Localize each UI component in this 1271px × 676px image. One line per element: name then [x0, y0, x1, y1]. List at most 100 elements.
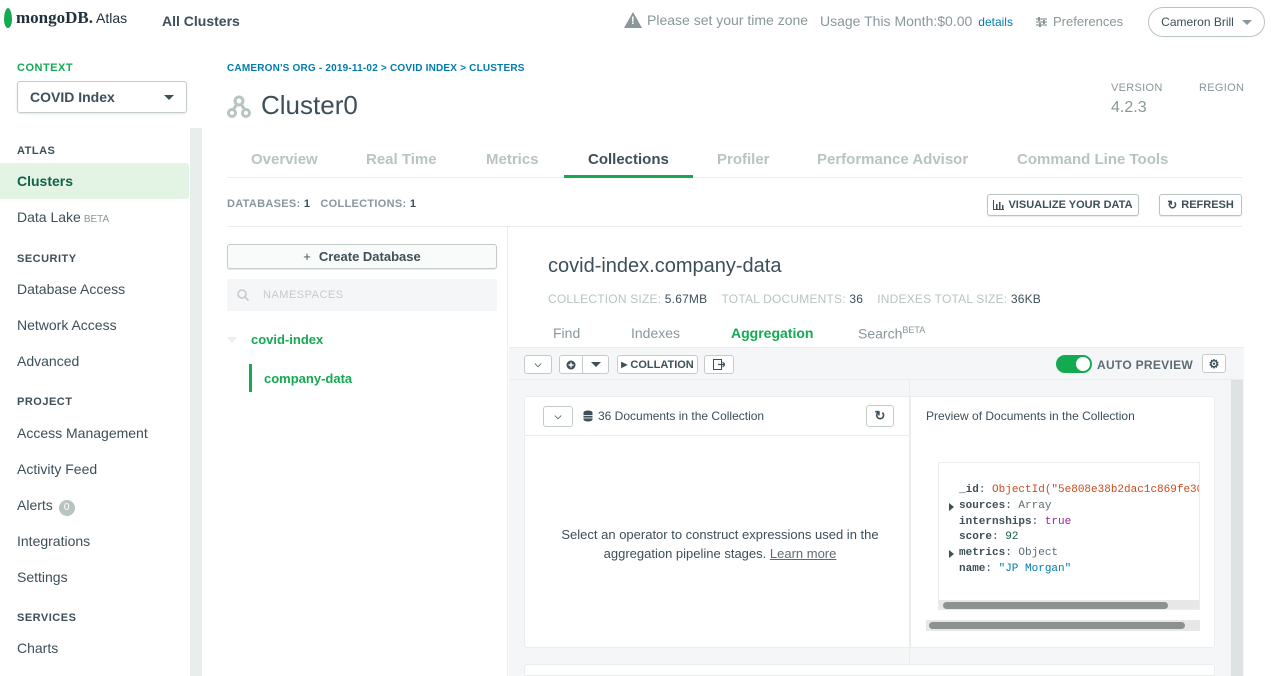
tab-performance-advisor[interactable]: Performance Advisor: [817, 151, 968, 168]
document-scrollbar[interactable]: [943, 602, 1168, 609]
section-atlas: ATLAS: [17, 145, 56, 157]
beta-badge: BETA: [83, 214, 110, 225]
sidebar-scrollbar[interactable]: [190, 128, 202, 676]
collection-title: covid-index.company-data: [548, 255, 782, 277]
tab-collections[interactable]: Collections: [564, 151, 693, 178]
sidebar-item-access-management[interactable]: Access Management: [0, 415, 189, 451]
preview-title: Preview of Documents in the Collection: [926, 409, 1135, 423]
create-database-button[interactable]: + Create Database: [227, 244, 497, 269]
database-icon: [583, 410, 593, 422]
chevron-down-icon: ⌵: [534, 359, 542, 369]
collapse-toggle[interactable]: ⌵: [524, 355, 552, 374]
preview-scrollbar[interactable]: [929, 622, 1185, 629]
refresh-documents-button[interactable]: ↻: [866, 405, 894, 427]
alerts-count-badge: 0: [58, 500, 75, 516]
version-label: VERSION: [1111, 82, 1163, 94]
expand-caret-icon[interactable]: [949, 503, 954, 511]
sidebar-item-integrations[interactable]: Integrations: [0, 523, 189, 559]
subtab-indexes[interactable]: Indexes: [631, 325, 680, 341]
sidebar-item-settings[interactable]: Settings: [0, 559, 189, 595]
field-value: true: [1044, 516, 1072, 528]
sidebar-item-database-access[interactable]: Database Access: [0, 271, 189, 307]
collation-button[interactable]: ▶ COLLATION: [617, 355, 698, 374]
page-title: Cluster0: [227, 90, 358, 121]
collections-count: 1: [409, 198, 417, 210]
mongodb-logo[interactable]: mongoDB. Atlas: [4, 8, 127, 28]
subtab-aggregation[interactable]: Aggregation: [731, 325, 813, 341]
create-database-label: Create Database: [318, 249, 421, 264]
subtab-search[interactable]: SearchBETA: [858, 325, 925, 342]
timezone-warning[interactable]: ! Please set your time zone: [624, 12, 808, 28]
search-tab-label: Search: [858, 325, 903, 342]
export-pipeline-button[interactable]: [704, 355, 734, 374]
auto-preview-toggle[interactable]: [1056, 355, 1092, 373]
field-key: internships: [959, 516, 1032, 528]
preferences-label: Preferences: [1053, 14, 1124, 29]
all-clusters-link[interactable]: All Clusters: [162, 13, 240, 29]
warning-icon: !: [624, 12, 642, 28]
auto-preview-label: AUTO PREVIEW: [1097, 358, 1194, 372]
tab-command-line-tools[interactable]: Command Line Tools: [1017, 151, 1168, 168]
stage-header: ⌵ 36 Documents in the Collection ↻: [525, 397, 910, 436]
plus-circle-icon: [566, 360, 576, 369]
indexes-label: INDEXES TOTAL SIZE:: [877, 292, 1008, 306]
sidebar-item-clusters[interactable]: Clusters: [0, 163, 189, 199]
chevron-down-icon: [1241, 19, 1252, 25]
field-value: 92: [1005, 531, 1019, 543]
documents-count-label: 36 Documents in the Collection: [583, 409, 764, 423]
sidebar-item-alerts[interactable]: Alerts 0: [0, 487, 189, 523]
database-tree-item[interactable]: covid-index: [227, 332, 323, 347]
leaf-icon: [4, 8, 12, 28]
sidebar-item-charts[interactable]: Charts: [0, 630, 189, 666]
usage-details-link[interactable]: details: [978, 15, 1013, 29]
document-preview-panel: Preview of Documents in the Collection _…: [910, 397, 1216, 649]
subtab-find[interactable]: Find: [553, 325, 580, 341]
preview-document-card: _id: ObjectId("5e808e38b2dac1c869fe30 so…: [938, 462, 1200, 610]
stage-options-dropdown[interactable]: [583, 355, 609, 374]
refresh-label: REFRESH: [1181, 199, 1234, 211]
refresh-button[interactable]: ↻ REFRESH: [1159, 194, 1242, 216]
breadcrumb[interactable]: CAMERON'S ORG - 2019-11-02 > COVID INDEX…: [227, 63, 525, 74]
add-stage-button[interactable]: [559, 355, 583, 374]
preferences-link[interactable]: Preferences: [1036, 14, 1123, 29]
field-value: "JP Morgan": [998, 563, 1072, 575]
field-value: ObjectId("5e808e38b2dac1c869fe30: [992, 484, 1200, 496]
pipeline-stage-area: ⌵ 36 Documents in the Collection ↻ Selec…: [509, 380, 1244, 676]
caret-down-icon: [227, 336, 237, 343]
context-label: CONTEXT: [17, 62, 74, 74]
section-services: SERVICES: [17, 612, 77, 624]
learn-more-link[interactable]: Learn more: [770, 546, 836, 561]
collapse-stage-button[interactable]: ⌵: [543, 406, 573, 427]
stage-area-scrollbar[interactable]: [1231, 380, 1243, 676]
section-security: SECURITY: [17, 253, 77, 265]
tab-profiler[interactable]: Profiler: [717, 151, 770, 168]
namespace-search-placeholder: NAMESPACES: [263, 289, 344, 301]
settings-button[interactable]: ⚙: [1202, 354, 1226, 373]
sidebar-item-activity-feed[interactable]: Activity Feed: [0, 451, 189, 487]
field-sources[interactable]: sources: Array: [949, 500, 1051, 512]
visualize-label: VISUALIZE YOUR DATA: [1008, 199, 1133, 211]
next-stage-card: [524, 664, 1215, 676]
section-project: PROJECT: [17, 396, 73, 408]
refresh-icon: ↻: [874, 408, 886, 423]
tab-metrics[interactable]: Metrics: [486, 151, 539, 168]
cluster-stats: DATABASES: 1 COLLECTIONS: 1: [227, 198, 416, 210]
context-select[interactable]: COVID Index: [17, 81, 187, 113]
visualize-data-button[interactable]: VISUALIZE YOUR DATA: [987, 194, 1139, 216]
namespace-pane: + Create Database NAMESPACES covid-index…: [227, 227, 508, 676]
sidebar-item-advanced[interactable]: Advanced: [0, 343, 189, 379]
field-key: metrics: [959, 547, 1006, 559]
expand-caret-icon[interactable]: [949, 550, 954, 558]
namespace-search-input[interactable]: NAMESPACES: [227, 279, 497, 311]
databases-count: 1: [303, 198, 311, 210]
collation-label: COLLATION: [630, 358, 694, 371]
beta-badge: BETA: [902, 325, 926, 335]
user-menu-button[interactable]: Cameron Brill: [1148, 7, 1265, 37]
field-metrics[interactable]: metrics: Object: [949, 547, 1058, 559]
tab-real-time[interactable]: Real Time: [366, 151, 437, 168]
collection-tree-item[interactable]: company-data: [249, 364, 364, 392]
sliders-icon: [1036, 16, 1047, 27]
tab-overview[interactable]: Overview: [251, 151, 318, 168]
sidebar-item-data-lake[interactable]: Data Lake BETA: [0, 199, 189, 235]
sidebar-item-network-access[interactable]: Network Access: [0, 307, 189, 343]
